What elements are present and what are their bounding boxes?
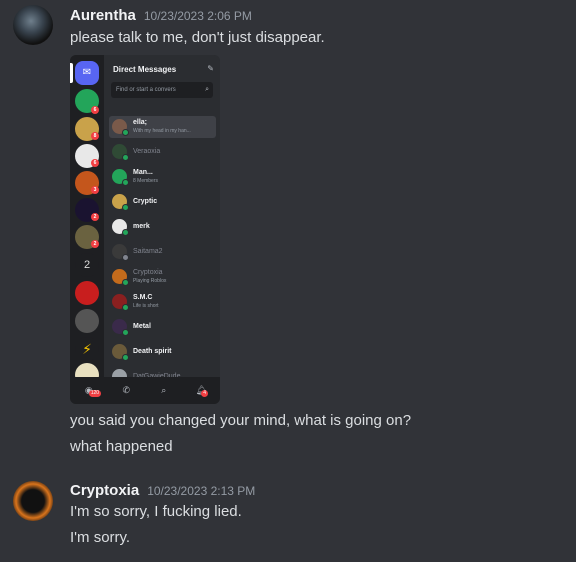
dm-list-item[interactable]: Veraoxia <box>109 141 216 163</box>
dm-subtitle: Life is short <box>133 303 159 309</box>
message-text: you said you changed your mind, what is … <box>70 412 412 429</box>
server-rail: ✉ 6 8 6 3 2 2 2 ⚡ <box>70 55 104 387</box>
message-text: what happened <box>70 438 173 455</box>
dm-search-input[interactable]: Find or start a convers ⌕ <box>111 82 213 98</box>
dm-list-item[interactable]: merk <box>109 216 216 238</box>
timestamp: 10/23/2023 2:13 PM <box>147 484 256 498</box>
server-icon[interactable] <box>75 281 99 305</box>
author-name[interactable]: Aurentha <box>70 7 136 24</box>
dm-name: Saitama2 <box>133 248 163 255</box>
home-tab-icon[interactable]: ◉ 120 <box>79 385 102 397</box>
message-text: I'm so sorry, I fucking lied. <box>70 503 242 520</box>
dm-name: Veraoxia <box>133 148 161 155</box>
server-icon[interactable]: ⚡ <box>75 337 99 361</box>
status-indicator <box>122 129 129 136</box>
author-name[interactable]: Cryptoxia <box>70 482 139 499</box>
status-indicator <box>122 354 129 361</box>
dm-subtitle: 8 Members <box>133 178 159 184</box>
dm-list-item[interactable]: Man... 8 Members <box>109 166 216 188</box>
dm-subtitle: With my head in my han... <box>133 128 191 134</box>
notifications-tab-icon[interactable]: 🔔︎4 <box>191 385 211 397</box>
avatar[interactable] <box>13 5 53 45</box>
dm-subtitle: Playing Roblox <box>133 278 167 284</box>
status-indicator <box>122 154 129 161</box>
status-indicator <box>122 254 129 261</box>
status-indicator <box>122 329 129 336</box>
dm-name: ella; <box>133 119 148 126</box>
dm-name: Man... <box>133 169 153 176</box>
message-text: please talk to me, don't just disappear. <box>70 29 325 46</box>
status-indicator <box>122 229 129 236</box>
dm-header-title: Direct Messages <box>113 65 177 74</box>
image-attachment[interactable]: ✉ 6 8 6 3 2 2 2 ⚡ Direct Messages ✎ Find… <box>70 55 220 404</box>
search-icon: ⌕ <box>205 86 209 93</box>
dm-name: Metal <box>133 323 151 330</box>
dm-home-icon[interactable]: ✉ <box>75 61 99 85</box>
dm-list-item[interactable]: Cryptic <box>109 191 216 213</box>
bottom-tab-bar: ◉120 ✆ ⌕ 🔔︎4 <box>70 377 220 404</box>
phone-tab-icon[interactable]: ✆ <box>116 385 136 396</box>
dm-list-item[interactable]: Cryptoxia Playing Roblox <box>109 266 216 288</box>
message-text: I'm sorry. <box>70 529 131 546</box>
dm-name: Cryptic <box>133 198 158 205</box>
new-dm-icon[interactable]: ✎ <box>207 64 214 73</box>
dm-list-item[interactable]: Saitama2 <box>109 241 216 263</box>
dm-name: S.M.C <box>133 294 153 301</box>
status-indicator <box>122 304 129 311</box>
timestamp: 10/23/2023 2:06 PM <box>143 9 252 23</box>
dm-list-item[interactable]: Metal <box>109 316 216 338</box>
status-indicator <box>122 179 129 186</box>
dm-name: merk <box>133 223 150 230</box>
dm-list-item[interactable]: ella; With my head in my han... <box>109 116 216 138</box>
avatar[interactable] <box>13 481 53 521</box>
dm-list-item[interactable]: S.M.C Life is short <box>109 291 216 313</box>
server-icon[interactable] <box>75 309 99 333</box>
server-icon[interactable]: 2 <box>75 253 99 277</box>
dm-name: Cryptoxia <box>133 269 163 276</box>
status-indicator <box>122 204 129 211</box>
dm-name: Death spirit <box>133 348 172 355</box>
search-tab-icon[interactable]: ⌕ <box>154 385 174 396</box>
status-indicator <box>122 279 129 286</box>
dm-list-item[interactable]: Death spirit <box>109 341 216 363</box>
